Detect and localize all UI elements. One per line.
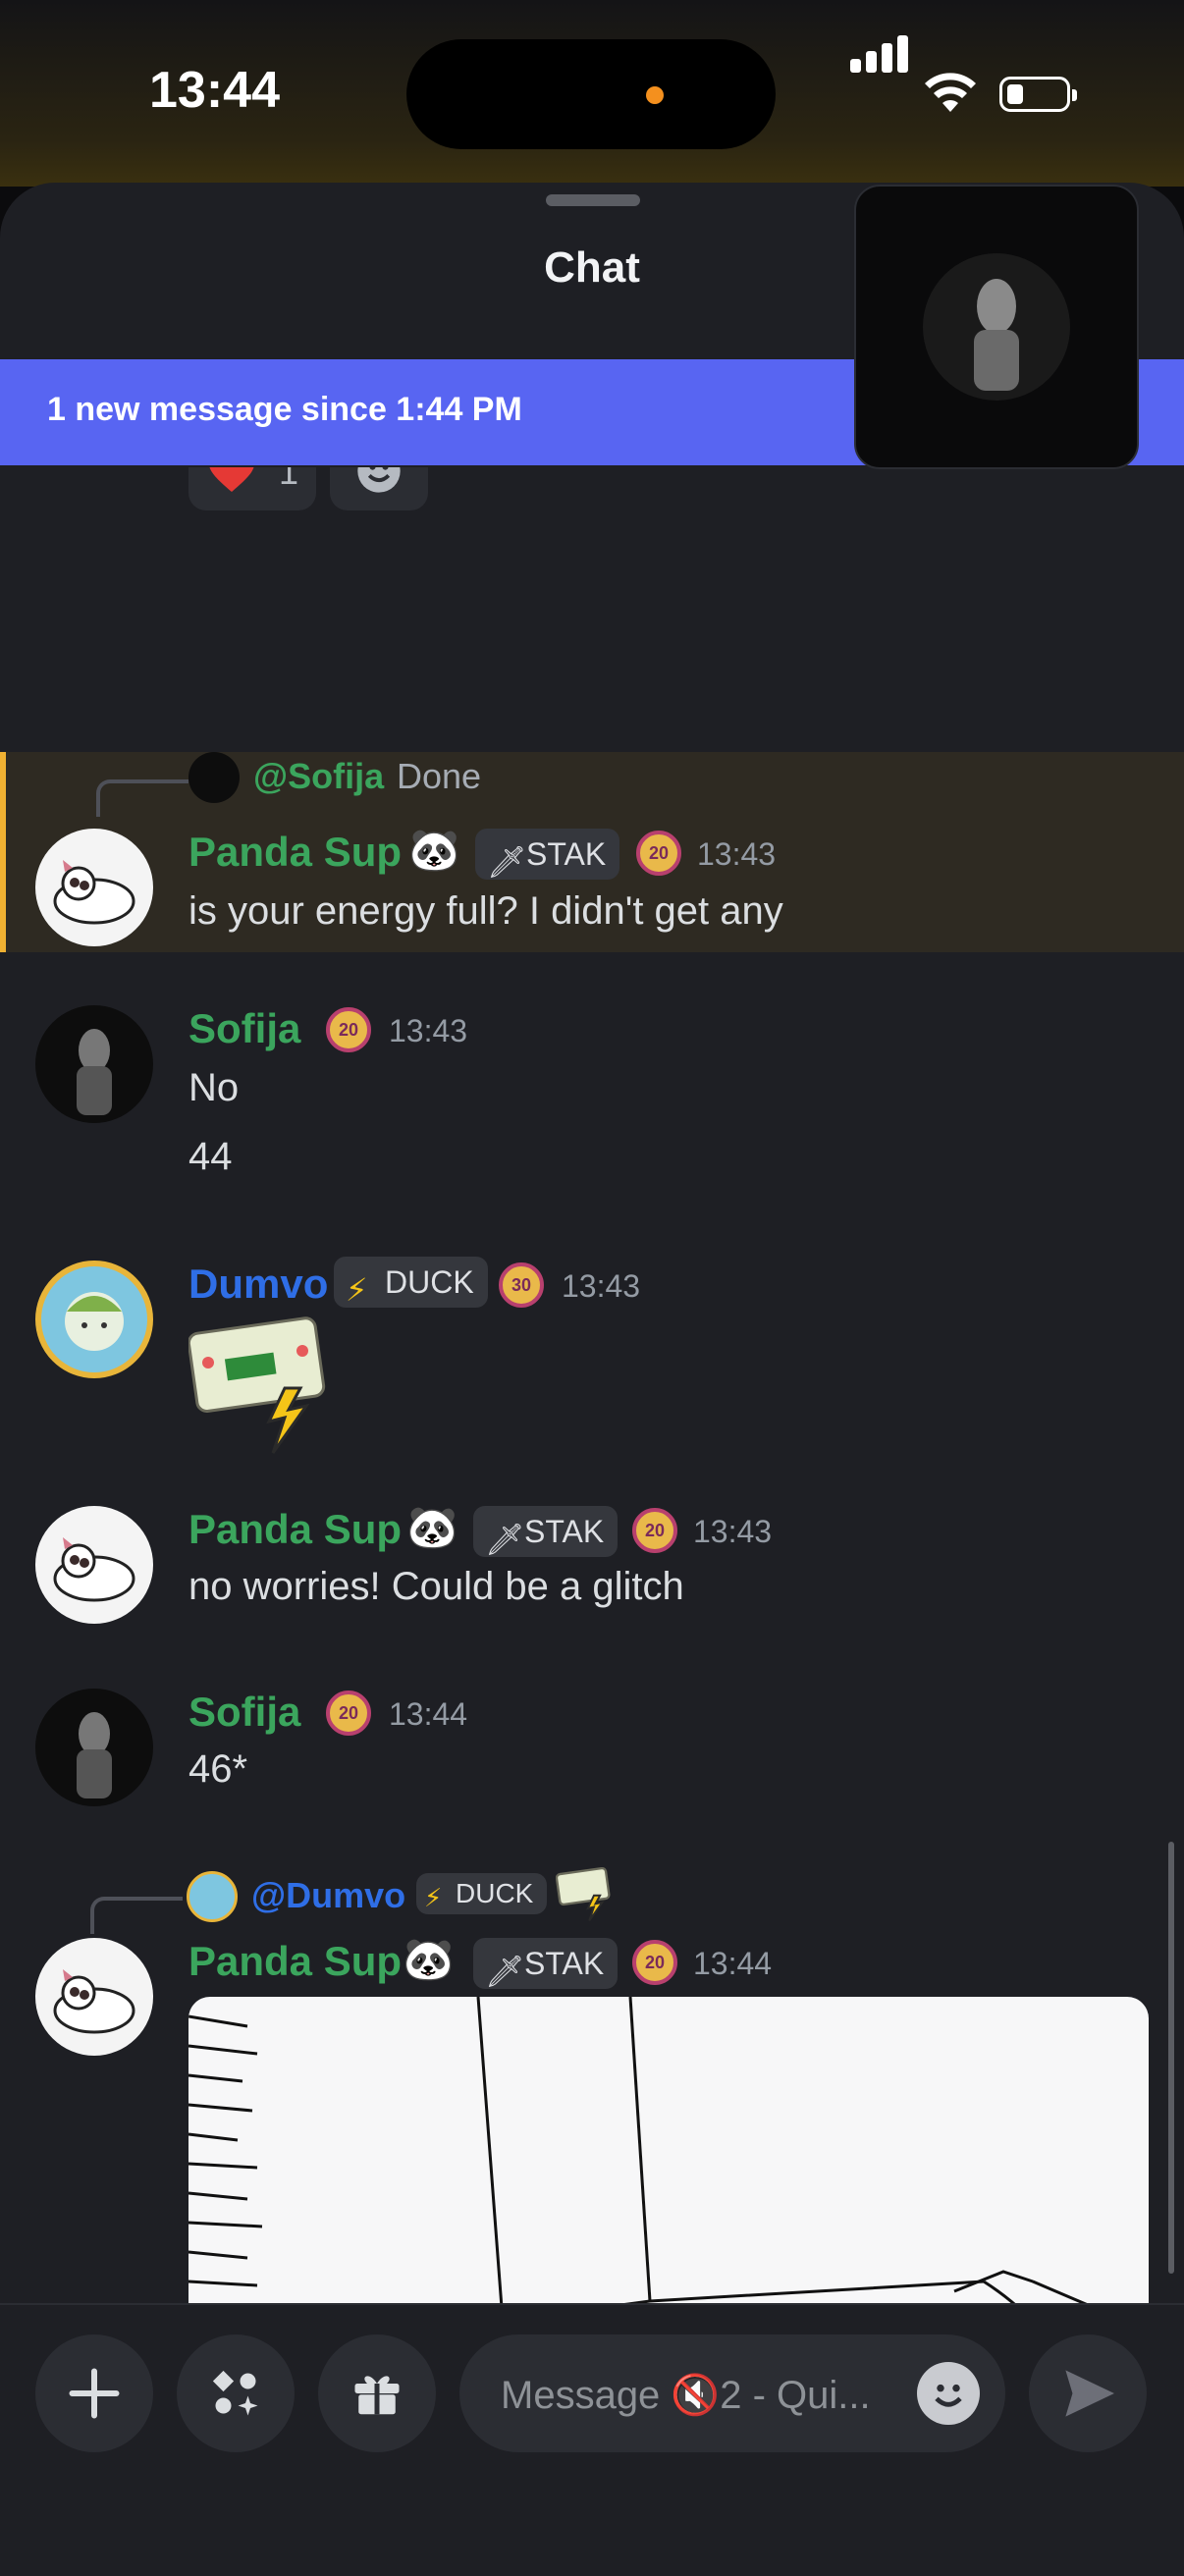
- author-name[interactable]: Sofija: [188, 1005, 300, 1052]
- gift-icon: [354, 2376, 400, 2415]
- send-button[interactable]: [1029, 2334, 1147, 2452]
- person-photo-icon: [77, 1712, 112, 1798]
- privacy-indicator-dot: [646, 86, 664, 104]
- panda-emoji-badge: 🐼: [406, 1504, 458, 1550]
- level-badge: 20: [632, 1508, 677, 1553]
- message-item[interactable]: Sofija 20 13:44 46*: [0, 1689, 1184, 1826]
- message-text: 46*: [188, 1747, 248, 1791]
- sword-icon: 🗡: [485, 1954, 525, 1989]
- message-text: no worries! Could be a glitch: [188, 1565, 684, 1608]
- reaction-heart[interactable]: 1: [188, 467, 316, 510]
- message-item[interactable]: Panda Sup 🐼 🗡 STAK 20 13:43 no worries! C…: [0, 1504, 1184, 1643]
- reply-connector: [96, 779, 188, 817]
- timestamp: 13:43: [389, 1013, 468, 1048]
- wifi-icon: [925, 73, 976, 112]
- avatar[interactable]: [35, 1005, 153, 1123]
- lightning-icon: ⚡: [346, 1272, 368, 1308]
- level-badge: 20: [636, 831, 681, 876]
- video-call-tile[interactable]: [854, 185, 1139, 469]
- heart-icon: [209, 467, 254, 492]
- sticker-preview-icon: [556, 1867, 611, 1922]
- smiley-icon: [935, 2384, 962, 2407]
- reply-guild-tag: ⚡ DUCK: [416, 1873, 548, 1914]
- status-bar: 13:44: [0, 0, 1184, 187]
- reply-avatar: [187, 1871, 238, 1922]
- status-time: 13:44: [149, 62, 280, 119]
- message-item[interactable]: @Dumvo ⚡ DUCK Panda Sup 🐼 🗡 STAK 20 13:44: [0, 1861, 1184, 2313]
- timestamp: 13:44: [693, 1946, 773, 1981]
- message-text: No: [188, 1066, 240, 1109]
- message-item[interactable]: Dumvo ⚡ DUCK 30 13:43: [0, 1257, 1184, 1457]
- sword-icon: 🗡: [485, 1522, 525, 1557]
- chat-sheet: Chat 1 @Sofija Done Panda Sup 🐼 🗡 STAK 20: [0, 183, 1184, 2574]
- level-badge: 20: [326, 1007, 371, 1052]
- person-photo-icon: [974, 279, 1019, 391]
- panda-emoji-badge: 🐼: [408, 827, 460, 873]
- guild-tag[interactable]: 🗡 STAK: [473, 1506, 619, 1557]
- message-composer: Message 🔇2 - Qui...: [0, 2303, 1184, 2576]
- author-name[interactable]: Panda Sup: [188, 829, 402, 876]
- sheet-grabber[interactable]: [546, 194, 640, 206]
- reply-mention[interactable]: @Dumvo: [251, 1875, 405, 1916]
- cat-avatar-icon: [53, 1537, 135, 1602]
- character-avatar-icon: [65, 1292, 124, 1351]
- plus-icon: [69, 2368, 120, 2419]
- emoji-button[interactable]: [917, 2362, 980, 2425]
- gift-button[interactable]: [318, 2334, 436, 2452]
- level-badge: 30: [499, 1262, 544, 1308]
- avatar[interactable]: [35, 1938, 153, 2056]
- message-item[interactable]: @Sofija Done Panda Sup 🐼 🗡 STAK 20 13:43 …: [0, 752, 1184, 952]
- reply-mention[interactable]: @Sofija: [253, 756, 384, 797]
- timestamp: 13:43: [697, 836, 777, 872]
- reply-connector: [90, 1897, 183, 1934]
- guild-tag[interactable]: 🗡 STAK: [475, 829, 620, 880]
- dynamic-island: [406, 39, 776, 149]
- smiley-icon: [357, 467, 401, 493]
- message-feed[interactable]: 1 @Sofija Done Panda Sup 🐼 🗡 STAK 20 13:4…: [0, 467, 1184, 2313]
- participant-avatar: [923, 253, 1070, 401]
- avatar[interactable]: [35, 1261, 153, 1378]
- guild-tag[interactable]: ⚡ DUCK: [334, 1257, 488, 1308]
- avatar[interactable]: [35, 1506, 153, 1624]
- sketch-image: [188, 1997, 1110, 2313]
- author-name[interactable]: Dumvo: [188, 1261, 328, 1308]
- reply-preview: Done: [397, 756, 482, 796]
- message-item[interactable]: Sofija 20 13:43 No 44: [0, 1005, 1184, 1202]
- image-attachment[interactable]: [188, 1997, 1149, 2313]
- guild-tag[interactable]: 🗡 STAK: [473, 1938, 619, 1989]
- author-name[interactable]: Sofija: [188, 1689, 300, 1736]
- timestamp: 13:43: [562, 1268, 641, 1304]
- add-attachment-button[interactable]: [35, 2334, 153, 2452]
- sword-icon: 🗡: [487, 844, 527, 880]
- lightning-icon: ⚡: [424, 1883, 443, 1912]
- message-text: 44: [188, 1135, 233, 1178]
- scrollbar[interactable]: [1168, 1842, 1174, 2274]
- cat-avatar-icon: [53, 860, 135, 925]
- battery-icon: [999, 77, 1077, 112]
- person-photo-icon: [77, 1029, 112, 1115]
- level-badge: 20: [326, 1690, 371, 1736]
- timestamp: 13:43: [693, 1514, 773, 1549]
- avatar[interactable]: [35, 829, 153, 946]
- add-reaction-button[interactable]: [330, 467, 428, 510]
- timestamp: 13:44: [389, 1696, 468, 1732]
- send-icon: [1065, 2370, 1114, 2417]
- cat-avatar-icon: [53, 1969, 135, 2034]
- apps-button[interactable]: [177, 2334, 295, 2452]
- author-name[interactable]: Panda Sup: [188, 1506, 402, 1553]
- message-input[interactable]: Message 🔇2 - Qui...: [459, 2334, 1005, 2452]
- panda-emoji-badge: 🐼: [403, 1936, 455, 1982]
- avatar[interactable]: [35, 1689, 153, 1806]
- message-text: is your energy full? I didn't get any: [188, 889, 783, 933]
- reaction-count: 1: [279, 467, 299, 492]
- apps-icon: [212, 2370, 258, 2416]
- reply-avatar: [188, 752, 240, 803]
- level-badge: 20: [632, 1940, 677, 1985]
- author-name[interactable]: Panda Sup: [188, 1938, 402, 1985]
- message-placeholder: Message 🔇2 - Qui...: [501, 2374, 871, 2417]
- train-ticket-sticker[interactable]: [188, 1315, 336, 1457]
